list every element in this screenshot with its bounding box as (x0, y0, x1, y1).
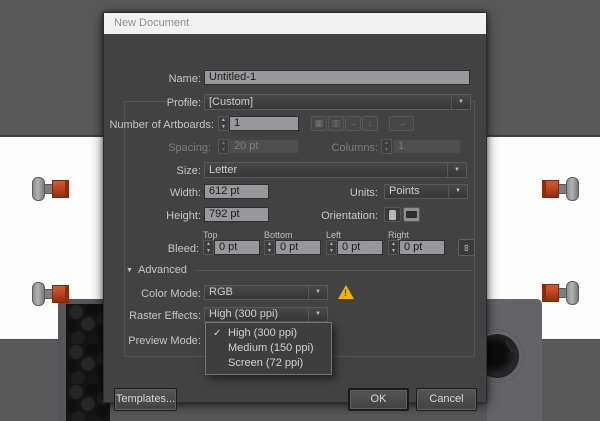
color-mode-label: Color Mode: (141, 288, 201, 300)
profile-dropdown[interactable]: [Custom] ▼ (204, 94, 471, 110)
peg-barrel (542, 284, 559, 302)
menu-item-label: High (300 ppi) (228, 327, 298, 339)
height-input[interactable]: 792 pt (204, 207, 269, 222)
chevron-down-icon[interactable]: ▼ (308, 308, 327, 321)
spinner-down-icon[interactable]: ▼ (204, 248, 213, 255)
chevron-down-icon[interactable]: ▼ (447, 163, 466, 177)
screen: New Document Name: Untitled-1 Profile: [… (0, 0, 600, 421)
warning-exclamation: ! (344, 288, 347, 298)
spinner-down-icon[interactable]: ▼ (219, 124, 228, 131)
profile-value: [Custom] (209, 96, 254, 108)
chevron-down-icon[interactable]: ▼ (448, 185, 467, 198)
artboards-input[interactable]: 1 (229, 116, 299, 131)
profile-label: Profile: (166, 97, 201, 109)
peg-barrel (52, 285, 69, 303)
orientation-landscape-button[interactable] (403, 207, 420, 222)
spacing-input: 20 pt (229, 139, 299, 154)
orientation-portrait-button[interactable] (384, 207, 401, 222)
advanced-divider (194, 270, 472, 271)
columns-label: Columns: (331, 142, 378, 154)
new-document-dialog: New Document Name: Untitled-1 Profile: [… (103, 12, 487, 411)
chevron-down-icon[interactable]: ▼ (308, 286, 327, 299)
raster-effects-label: Raster Effects: (129, 310, 201, 322)
menu-item-high[interactable]: ✓ High (300 ppi) (206, 326, 331, 341)
artboard-arrange-by-row-icon[interactable]: → (345, 116, 361, 131)
name-input[interactable]: Untitled-1 (204, 70, 470, 85)
chevron-down-icon[interactable]: ▼ (451, 95, 470, 109)
menu-item-screen[interactable]: Screen (72 ppi) (206, 356, 331, 371)
size-label: Size: (176, 165, 201, 177)
warning-icon: ! (338, 285, 354, 299)
dialog-body: Name: Untitled-1 Profile: [Custom] ▼ Num… (104, 34, 486, 411)
artboard-grid-by-row-icon[interactable]: ▦ (311, 116, 327, 131)
check-icon: ✓ (213, 328, 222, 339)
color-mode-value: RGB (209, 286, 233, 298)
bleed-right-input[interactable]: 0 pt (399, 240, 445, 255)
color-mode-dropdown[interactable]: RGB ▼ (204, 285, 328, 300)
spinner-down-icon: ▼ (221, 146, 226, 153)
spinner-down-icon: ▼ (384, 146, 389, 153)
bleed-bottom-input[interactable]: 0 pt (275, 240, 321, 255)
bleed-top-stepper[interactable]: ▲ ▼ (203, 240, 214, 255)
spacing-label: Spacing: (168, 142, 211, 154)
bleed-left-stepper[interactable]: ▲ ▼ (326, 240, 337, 255)
preview-mode-menu: ✓ High (300 ppi) Medium (150 ppi) Screen… (205, 322, 332, 375)
dialog-title[interactable]: New Document (104, 13, 486, 34)
spacing-stepper: ▲ ▼ (218, 139, 229, 154)
advanced-section-toggle[interactable]: Advanced (138, 264, 187, 276)
left-peg-bottom (32, 282, 78, 306)
artboard-layout-direction-icon[interactable]: → (389, 116, 414, 131)
size-dropdown[interactable]: Letter ▼ (204, 162, 467, 178)
size-value: Letter (209, 164, 238, 176)
bleed-bottom-label: Bottom (264, 230, 293, 240)
spinner-down-icon[interactable]: ▼ (265, 248, 274, 255)
units-dropdown[interactable]: Points ▼ (384, 184, 468, 199)
bleed-right-stepper[interactable]: ▲ ▼ (388, 240, 399, 255)
height-label: Height: (166, 210, 201, 222)
ok-button[interactable]: OK (348, 388, 409, 411)
bleed-left-label: Left (326, 230, 342, 240)
raster-effects-value: High (300 ppi) (209, 308, 279, 320)
templates-button[interactable]: Templates... (114, 388, 177, 411)
peg-barrel (542, 180, 559, 198)
bleed-bottom-stepper[interactable]: ▲ ▼ (264, 240, 275, 255)
columns-input: 1 (393, 139, 461, 154)
bleed-left-input[interactable]: 0 pt (337, 240, 383, 255)
peg-barrel (52, 180, 69, 198)
menu-item-label: Screen (72 ppi) (228, 357, 304, 369)
bleed-right-label: Right (388, 230, 410, 240)
right-peg-bottom (533, 281, 579, 305)
columns-stepper: ▲ ▼ (381, 139, 392, 154)
landscape-icon (406, 211, 417, 218)
artboards-stepper[interactable]: ▲ ▼ (218, 116, 229, 131)
name-label: Name: (168, 73, 201, 85)
spinner-down-icon[interactable]: ▼ (327, 248, 336, 255)
width-label: Width: (169, 187, 201, 199)
units-label: Units: (349, 187, 378, 199)
bleed-label: Bleed: (167, 243, 199, 255)
artboard-arrange-by-column-icon[interactable]: ↓ (362, 116, 378, 131)
peg-cap (566, 281, 579, 305)
preview-mode-label: Preview Mode: (128, 335, 201, 347)
cancel-button[interactable]: Cancel (416, 388, 477, 411)
menu-item-label: Medium (150 ppi) (228, 342, 314, 354)
orientation-label: Orientation: (321, 210, 378, 222)
bleed-top-label: Top (203, 230, 218, 240)
portrait-icon (389, 210, 396, 220)
artboard-grid-by-column-icon[interactable]: ▥ (328, 116, 344, 131)
menu-item-medium[interactable]: Medium (150 ppi) (206, 341, 331, 356)
artboards-label: Number of Artboards: (109, 119, 214, 131)
peg-cap (566, 177, 579, 201)
raster-effects-dropdown[interactable]: High (300 ppi) ▼ (204, 307, 328, 322)
spinner-down-icon[interactable]: ▼ (389, 248, 398, 255)
units-value: Points (389, 185, 420, 197)
width-input[interactable]: 612 pt (204, 184, 269, 199)
right-peg-top (533, 177, 579, 201)
left-peg-top (32, 177, 78, 201)
link-icon: ∞ (460, 244, 472, 252)
bleed-link-button[interactable]: ∞ (458, 239, 475, 256)
advanced-collapse-icon[interactable]: ▼ (126, 267, 133, 274)
bleed-top-input[interactable]: 0 pt (214, 240, 260, 255)
